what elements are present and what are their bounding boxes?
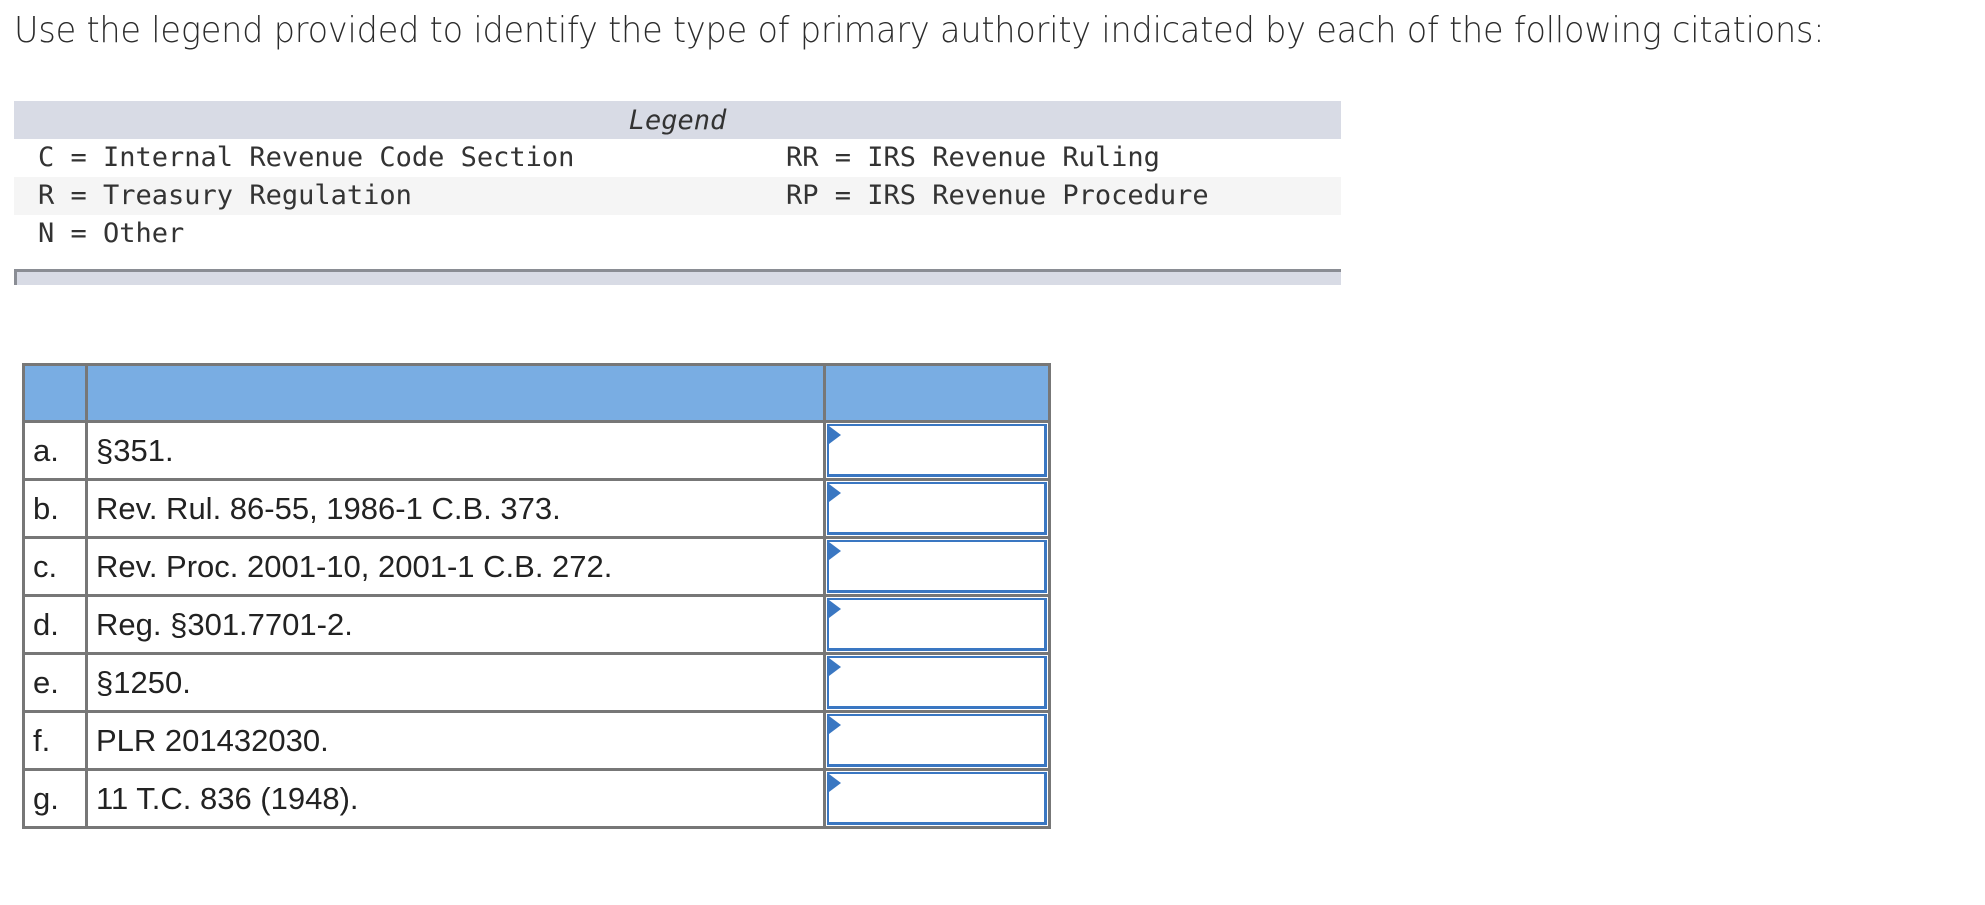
answer-input[interactable] bbox=[829, 542, 1044, 590]
header-citation-col bbox=[85, 363, 826, 423]
answer-dropdown[interactable] bbox=[827, 540, 1047, 593]
table-row: c. Rev. Proc. 2001-10, 2001-1 C.B. 272. bbox=[22, 536, 1051, 597]
answer-input[interactable] bbox=[829, 658, 1044, 706]
legend-title: Legend bbox=[14, 101, 1341, 139]
dropdown-flag-icon bbox=[829, 774, 841, 792]
legend-row: R = Treasury Regulation RP = IRS Revenue… bbox=[14, 177, 1341, 215]
row-citation: §351. bbox=[85, 420, 826, 481]
answer-input[interactable] bbox=[829, 600, 1044, 648]
row-label: e. bbox=[22, 652, 88, 713]
legend-entry-r: R = Treasury Regulation bbox=[38, 180, 412, 211]
legend-row: C = Internal Revenue Code Section RR = I… bbox=[14, 139, 1341, 177]
answer-cell bbox=[823, 652, 1051, 713]
header-label-col bbox=[22, 363, 88, 423]
table-row: d. Reg. §301.7701-2. bbox=[22, 594, 1051, 655]
answer-cell bbox=[823, 594, 1051, 655]
row-label: b. bbox=[22, 478, 88, 539]
row-citation: Rev. Proc. 2001-10, 2001-1 C.B. 272. bbox=[85, 536, 826, 597]
answer-input[interactable] bbox=[829, 774, 1044, 822]
dropdown-flag-icon bbox=[829, 426, 841, 444]
row-label: f. bbox=[22, 710, 88, 771]
answer-input[interactable] bbox=[829, 426, 1044, 474]
table-row: g. 11 T.C. 836 (1948). bbox=[22, 768, 1051, 829]
row-label: d. bbox=[22, 594, 88, 655]
row-citation: PLR 201432030. bbox=[85, 710, 826, 771]
row-label: a. bbox=[22, 420, 88, 481]
header-answer-col bbox=[823, 363, 1051, 423]
row-label: g. bbox=[22, 768, 88, 829]
row-citation: 11 T.C. 836 (1948). bbox=[85, 768, 826, 829]
answer-dropdown[interactable] bbox=[827, 656, 1047, 709]
table-row: e. §1250. bbox=[22, 652, 1051, 713]
dropdown-flag-icon bbox=[829, 542, 841, 560]
legend-footer-bar bbox=[14, 269, 1341, 285]
row-citation: §1250. bbox=[85, 652, 826, 713]
legend-entry-rr: RR = IRS Revenue Ruling bbox=[786, 142, 1160, 173]
answer-input[interactable] bbox=[829, 484, 1044, 532]
legend-panel: Legend C = Internal Revenue Code Section… bbox=[14, 101, 1341, 285]
answer-cell bbox=[823, 768, 1051, 829]
table-row: f. PLR 201432030. bbox=[22, 710, 1051, 771]
legend-entry-c: C = Internal Revenue Code Section bbox=[38, 142, 575, 173]
dropdown-flag-icon bbox=[829, 658, 841, 676]
answer-cell bbox=[823, 478, 1051, 539]
answer-input[interactable] bbox=[829, 716, 1044, 764]
answer-dropdown[interactable] bbox=[827, 714, 1047, 767]
legend-entry-n: N = Other bbox=[38, 218, 185, 249]
citation-table: a. §351. b. Rev. Rul. 86-55, 1986-1 C.B.… bbox=[22, 363, 1051, 829]
dropdown-flag-icon bbox=[829, 716, 841, 734]
legend-row: N = Other bbox=[14, 215, 1341, 253]
row-label: c. bbox=[22, 536, 88, 597]
question-prompt: Use the legend provided to identify the … bbox=[14, 10, 1825, 51]
answer-cell bbox=[823, 536, 1051, 597]
answer-cell bbox=[823, 420, 1051, 481]
row-citation: Reg. §301.7701-2. bbox=[85, 594, 826, 655]
answer-cell bbox=[823, 710, 1051, 771]
answer-dropdown[interactable] bbox=[827, 482, 1047, 535]
table-row: a. §351. bbox=[22, 420, 1051, 481]
legend-entry-rp: RP = IRS Revenue Procedure bbox=[786, 180, 1209, 211]
dropdown-flag-icon bbox=[829, 484, 841, 502]
dropdown-flag-icon bbox=[829, 600, 841, 618]
row-citation: Rev. Rul. 86-55, 1986-1 C.B. 373. bbox=[85, 478, 826, 539]
answer-dropdown[interactable] bbox=[827, 424, 1047, 477]
table-header-row bbox=[22, 363, 1051, 423]
answer-dropdown[interactable] bbox=[827, 598, 1047, 651]
table-row: b. Rev. Rul. 86-55, 1986-1 C.B. 373. bbox=[22, 478, 1051, 539]
answer-dropdown[interactable] bbox=[827, 772, 1047, 825]
